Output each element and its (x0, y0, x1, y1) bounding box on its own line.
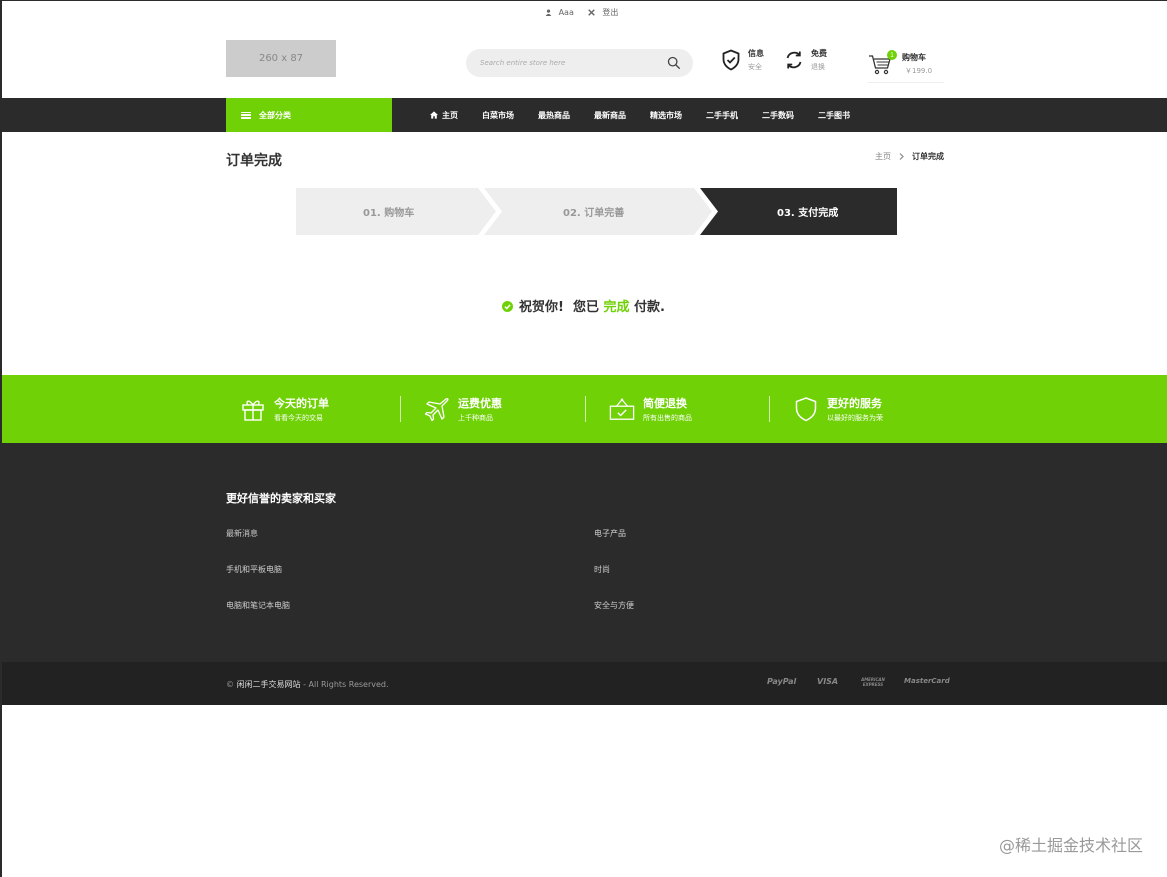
checkout-steps: 01. 购物车 02. 订单完善 03. 支付完成 (296, 188, 897, 235)
check-circle-icon (502, 301, 513, 312)
paypal-logo: PayPal (767, 677, 797, 686)
nav-item-label: 主页 (442, 110, 458, 120)
nav-menu: 主页 白菜市场 最热商品 最新商品 精选市场 二手手机 二手数码 二手图书 (430, 98, 874, 132)
refresh-icon (786, 51, 802, 69)
mastercard-logo: MasterCard (904, 677, 950, 685)
band-divider (400, 396, 401, 422)
main-nav: 全部分类 主页 白菜市场 最热商品 最新商品 精选市场 二手手机 二手数码 二手… (2, 98, 1167, 132)
cart-count-badge: 1 (887, 50, 897, 60)
band-item-better-service: 更好的服务 以最好的服务为荣 (793, 395, 883, 423)
page-title: 订单完成 (226, 153, 282, 169)
menu-icon (241, 111, 251, 119)
copyright: © 闲闲二手交易网站 - All Rights Reserved. (226, 679, 389, 690)
band-subtitle: 以最好的服务为荣 (827, 414, 883, 422)
feature-title: 免费 (811, 49, 827, 58)
nav-item-featured-market[interactable]: 精选市场 (650, 110, 682, 121)
nav-item-bargain-market[interactable]: 白菜市场 (482, 110, 514, 121)
window-top-border (0, 0, 1167, 1)
chevron-right-icon (899, 153, 904, 160)
feature-subtitle: 退换 (811, 63, 825, 71)
home-icon (430, 111, 438, 119)
all-categories-button[interactable]: 全部分类 (226, 98, 392, 132)
nav-item-used-digital[interactable]: 二手数码 (762, 110, 794, 121)
cart-widget[interactable]: 1 购物车 ￥199.0 (868, 50, 944, 83)
footer-link-fashion[interactable]: 时尚 (594, 564, 610, 575)
breadcrumb: 主页 订单完成 (875, 151, 944, 162)
footer-link-computers[interactable]: 电脑和笔记本电脑 (226, 600, 290, 611)
top-bar: Aaa 登出 (0, 7, 1167, 18)
nav-item-used-books[interactable]: 二手图书 (818, 110, 850, 121)
feature-title: 信息 (748, 49, 764, 58)
success-prefix: 祝贺你! 您已 (519, 300, 604, 315)
footer: 更好信誉的卖家和买家 最新消息 手机和平板电脑 电脑和笔记本电脑 电子产品 时尚… (2, 443, 1167, 662)
band-divider (585, 396, 586, 422)
band-subtitle: 上千种商品 (458, 414, 493, 422)
cart-label: 购物车 (902, 53, 926, 62)
logout-label: 登出 (602, 8, 619, 17)
service-band: 今天的订单 看看今天的交易 运费优惠 上千种商品 简便退换 所有出售的商品 更好… (2, 375, 1167, 443)
breadcrumb-home[interactable]: 主页 (875, 151, 891, 162)
band-item-easy-return: 简便退换 所有出售的商品 (609, 395, 692, 423)
user-link[interactable]: Aaa (545, 8, 578, 17)
feature-subtitle: 安全 (748, 63, 762, 71)
logout-link[interactable]: 登出 (588, 7, 622, 18)
user-icon (545, 9, 551, 16)
footer-link-electronics[interactable]: 电子产品 (594, 528, 626, 539)
footer-link-news[interactable]: 最新消息 (226, 528, 258, 539)
band-title: 简便退换 (643, 397, 687, 410)
hanging-sign-check-icon (609, 398, 635, 420)
band-divider (769, 396, 770, 422)
nav-item-new-products[interactable]: 最新商品 (594, 110, 626, 121)
footer-title: 更好信誉的卖家和买家 (226, 492, 336, 505)
success-suffix: 付款. (629, 300, 665, 315)
band-item-today-orders: 今天的订单 看看今天的交易 (240, 395, 329, 423)
copyright-site-name: 闲闲二手交易网站 (236, 680, 301, 689)
copyright-suffix: - All Rights Reserved. (300, 680, 389, 689)
search-box (466, 49, 693, 77)
band-title: 更好的服务 (827, 397, 882, 410)
amex-logo: AMERICAN EXPRESS (861, 677, 885, 687)
footer-bottom-bar: © 闲闲二手交易网站 - All Rights Reserved. PayPal… (2, 662, 1167, 705)
visa-logo: VISA (817, 677, 839, 686)
step-2-label: 02. 订单完善 (563, 208, 625, 219)
band-title: 运费优惠 (458, 397, 502, 410)
footer-link-safety[interactable]: 安全与方便 (594, 600, 634, 611)
shield-icon (795, 397, 817, 422)
copyright-prefix: © (226, 680, 237, 689)
nav-item-home[interactable]: 主页 (430, 110, 458, 121)
close-icon (588, 9, 596, 16)
shield-check-icon (722, 49, 740, 71)
band-item-shipping-discount: 运费优惠 上千种商品 (424, 395, 502, 423)
band-title: 今天的订单 (274, 397, 329, 410)
cart-price: ￥199.0 (905, 67, 933, 75)
feature-free-return: 免费 退换 (784, 48, 827, 72)
watermark: @稀土掘金技术社区 (998, 836, 1143, 855)
search-input[interactable] (478, 58, 662, 68)
nav-item-hot-products[interactable]: 最热商品 (538, 110, 570, 121)
gift-icon (242, 400, 264, 421)
step-3-label: 03. 支付完成 (777, 208, 839, 219)
search-icon[interactable] (667, 56, 681, 70)
breadcrumb-current: 订单完成 (912, 152, 944, 161)
band-subtitle: 所有出售的商品 (643, 414, 692, 422)
success-message: 祝贺你! 您已 完成 付款. (0, 296, 1167, 315)
airplane-icon (424, 398, 449, 422)
band-subtitle: 看看今天的交易 (274, 414, 323, 422)
feature-secure-info: 信息 安全 (721, 48, 764, 72)
all-categories-label: 全部分类 (259, 110, 291, 120)
user-name: Aaa (558, 8, 574, 17)
success-highlight: 完成 (603, 300, 630, 315)
step-1-label: 01. 购物车 (363, 208, 415, 219)
nav-item-used-phones[interactable]: 二手手机 (706, 110, 738, 121)
footer-link-phones-tablets[interactable]: 手机和平板电脑 (226, 564, 282, 575)
logo-placeholder[interactable]: 260 x 87 (226, 40, 336, 77)
